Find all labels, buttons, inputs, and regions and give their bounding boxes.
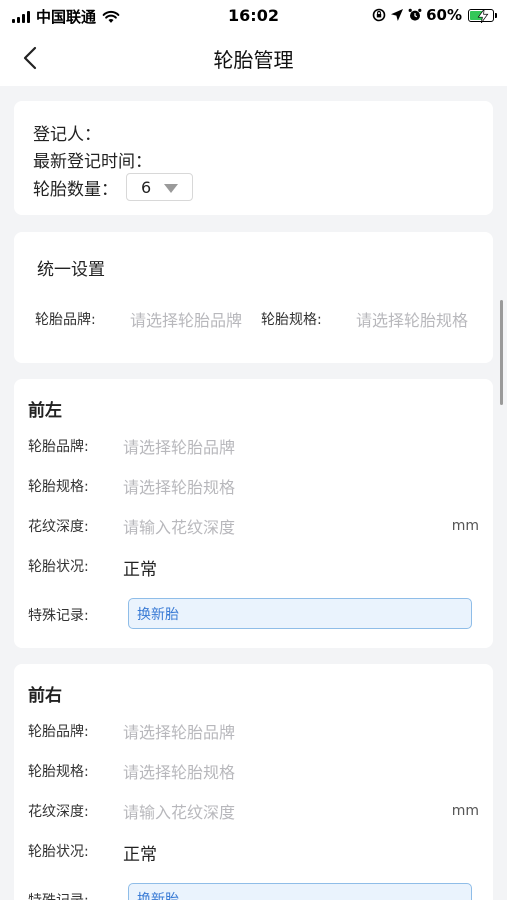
special-record-label: 特殊记录: (28, 608, 89, 624)
scrollbar[interactable] (500, 300, 503, 405)
dropdown-arrow-icon (164, 184, 178, 193)
tire-count-value: 6 (141, 177, 152, 197)
summary-card: 登记人： 最新登记时间： 轮胎数量： 6 (14, 101, 493, 215)
tread-depth-input[interactable]: 请输入花纹深度 (123, 514, 235, 538)
page-title: 轮胎管理 (213, 48, 294, 72)
special-record-input[interactable]: 换新胎 (128, 598, 472, 629)
tire-brand-select[interactable]: 请选择轮胎品牌 (123, 719, 235, 743)
tire-spec-select[interactable]: 请选择轮胎规格 (123, 759, 235, 783)
location-icon (391, 9, 404, 21)
tread-depth-label: 花纹深度: (28, 519, 89, 535)
tire-spec-select[interactable]: 请选择轮胎规格 (123, 474, 235, 498)
tire-count-select[interactable]: 6 (126, 173, 193, 201)
last-registration-time-label: 最新登记时间： (33, 152, 152, 172)
special-record-input[interactable]: 换新胎 (128, 883, 472, 900)
tire-spec-label: 轮胎规格: (28, 479, 89, 495)
unified-spec-label: 轮胎规格: (261, 312, 322, 328)
tire-position-title: 前左 (28, 401, 62, 421)
tire-card-front-right: 前右 轮胎品牌: 请选择轮胎品牌 轮胎规格: 请选择轮胎规格 花纹深度: 请输入… (14, 664, 493, 900)
tire-spec-label: 轮胎规格: (28, 764, 89, 780)
unified-settings-title: 统一设置 (37, 260, 105, 280)
tire-brand-label: 轮胎品牌: (28, 439, 89, 455)
tread-depth-unit: mm (451, 518, 479, 534)
tread-depth-input[interactable]: 请输入花纹深度 (123, 799, 235, 823)
unified-settings-card: 统一设置 轮胎品牌: 请选择轮胎品牌 轮胎规格: 请选择轮胎规格 (14, 232, 493, 363)
rotation-lock-icon (372, 8, 386, 22)
unified-brand-label: 轮胎品牌: (35, 312, 96, 328)
tire-status-value[interactable]: 正常 (123, 555, 157, 580)
tread-depth-label: 花纹深度: (28, 804, 89, 820)
status-bar-right: 60% (372, 6, 497, 24)
unified-brand-select[interactable]: 请选择轮胎品牌 (130, 307, 248, 331)
status-bar: 中国联通 16:02 60% (0, 0, 507, 32)
tire-card-front-left: 前左 轮胎品牌: 请选择轮胎品牌 轮胎规格: 请选择轮胎规格 花纹深度: 请输入… (14, 379, 493, 648)
special-record-label: 特殊记录: (28, 890, 89, 900)
tire-position-title: 前右 (28, 686, 62, 706)
battery-icon (468, 8, 497, 23)
battery-percent: 60% (426, 6, 462, 24)
nav-bar: 轮胎管理 (0, 32, 507, 86)
tire-count-label: 轮胎数量： (33, 180, 118, 200)
tire-status-label: 轮胎状况: (28, 844, 89, 860)
tire-brand-select[interactable]: 请选择轮胎品牌 (123, 434, 235, 458)
tread-depth-unit: mm (451, 803, 479, 819)
tire-status-value[interactable]: 正常 (123, 840, 157, 865)
unified-spec-select[interactable]: 请选择轮胎规格 (356, 307, 476, 331)
tire-brand-label: 轮胎品牌: (28, 724, 89, 740)
tire-status-label: 轮胎状况: (28, 559, 89, 575)
registrant-label: 登记人： (33, 125, 101, 145)
alarm-icon (408, 8, 422, 21)
